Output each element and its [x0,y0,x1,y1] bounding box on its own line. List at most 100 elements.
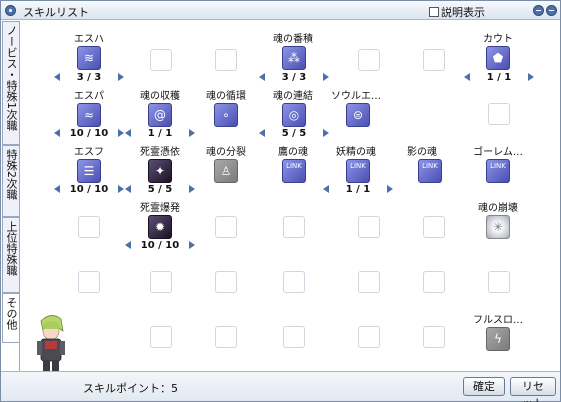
empty-skill-slot [283,216,305,238]
dark-spirit-icon[interactable]: ✦ [148,159,172,183]
tab-special-2nd[interactable]: 特殊2次職 [2,145,19,217]
window-title: スキルリスト [23,6,89,19]
level-up-icon[interactable] [528,73,534,81]
empty-skill-slot [488,271,510,293]
skill-level: 1 / 1 [147,127,173,139]
skill-level: 5 / 5 [281,127,307,139]
level-up-icon[interactable] [189,129,195,137]
skill-name: エスフ [74,147,104,158]
empty-skill-slot [283,326,305,348]
swirl-icon[interactable]: ≋ [77,46,101,70]
empty-skill-slot [358,49,380,71]
window-menu-icon[interactable] [5,5,16,16]
level-down-icon[interactable] [323,185,329,193]
skill-level: 1 / 1 [486,71,512,83]
level-down-icon[interactable] [464,73,470,81]
skill-name: 死霊爆発 [140,203,180,214]
empty-skill-slot [358,216,380,238]
empty-skill-slot [215,271,237,293]
skill-level-control[interactable]: 3 / 3 [259,71,329,83]
lightning-icon[interactable]: ϟ [486,327,510,351]
golem-link-icon[interactable]: LINK [486,159,510,183]
level-up-icon[interactable] [323,73,329,81]
skill-level-control[interactable]: 1 / 1 [125,127,195,139]
skill-name: カウト [483,34,513,45]
skill-level: 3 / 3 [76,71,102,83]
skill-level: 5 / 5 [147,183,173,195]
hawk-link-icon[interactable]: LINK [282,159,306,183]
empty-skill-slot [423,326,445,348]
level-up-icon[interactable] [117,185,124,193]
level-down-icon[interactable] [54,185,60,193]
minimize-icon[interactable] [533,5,544,16]
empty-skill-slot [215,326,237,348]
tab-novice-special-1st[interactable]: ノービス・特殊1次職 [2,21,19,145]
soul-burst-icon[interactable]: ✳ [486,215,510,239]
level-up-icon[interactable] [118,73,124,81]
skill-level-control[interactable]: 5 / 5 [125,183,195,195]
confirm-button[interactable]: 確定 [463,377,505,396]
level-down-icon[interactable] [54,73,60,81]
skill-level-control[interactable]: 1 / 1 [323,183,393,195]
level-up-icon[interactable] [387,185,393,193]
fairy-link-icon[interactable]: LINK [346,159,370,183]
orbit-icon[interactable]: ∘ [214,103,238,127]
skill-name: エスパ [74,91,104,102]
skill-level-control[interactable]: 3 / 3 [54,71,124,83]
level-down-icon[interactable] [125,241,131,249]
skill-level-control[interactable]: 1 / 1 [464,71,534,83]
layers-icon[interactable]: ☰ [77,159,101,183]
disc-icon[interactable]: ⊜ [346,103,370,127]
tab-advanced-special[interactable]: 上位特殊職 [2,217,19,293]
empty-skill-slot [358,326,380,348]
tab-other[interactable]: その他 [2,293,19,343]
shadow-link-icon[interactable]: LINK [418,159,442,183]
empty-skill-slot [215,216,237,238]
level-up-icon[interactable] [189,185,195,193]
skill-level: 10 / 10 [69,183,109,195]
title-bar[interactable]: スキルリスト 説明表示 [1,1,560,20]
level-up-icon[interactable] [188,241,195,249]
spiral-icon[interactable]: @ [148,103,172,127]
tab-label: その他 [5,297,18,330]
skill-level-control[interactable]: 10 / 10 [54,183,124,195]
skill-name: 影の魂 [407,147,437,158]
pentagon-icon[interactable]: ⬟ [486,46,510,70]
level-up-icon[interactable] [117,129,124,137]
empty-skill-slot [78,216,100,238]
empty-skill-slot [358,271,380,293]
close-icon[interactable] [546,5,557,16]
reset-button[interactable]: リセット [510,377,556,402]
level-down-icon[interactable] [54,129,60,137]
level-down-icon[interactable] [259,129,265,137]
skill-level-control[interactable]: 5 / 5 [259,127,329,139]
skill-level: 1 / 1 [345,183,371,195]
skill-name: ゴーレム… [473,147,523,158]
soul-link-icon[interactable]: ◎ [282,103,306,127]
level-up-icon[interactable] [323,129,329,137]
split-soul-icon[interactable]: ♙ [214,159,238,183]
skill-name: ソウルエ… [331,91,381,102]
empty-skill-slot [488,103,510,125]
level-down-icon[interactable] [259,73,265,81]
empty-skill-slot [150,271,172,293]
link-text: LINK [286,162,302,170]
description-checkbox[interactable] [429,7,439,17]
skill-level-control[interactable]: 10 / 10 [54,127,124,139]
description-toggle[interactable]: 説明表示 [429,4,485,20]
empty-skill-slot [78,271,100,293]
link-text: LINK [350,162,366,170]
level-down-icon[interactable] [125,129,131,137]
wave-icon[interactable]: ≈ [77,103,101,127]
skill-level-control[interactable]: 10 / 10 [125,239,195,251]
skill-level: 10 / 10 [140,239,180,251]
skill-name: 魂の崩壊 [478,203,518,214]
empty-skill-slot [283,271,305,293]
level-down-icon[interactable] [125,185,131,193]
necro-burst-icon[interactable]: ✹ [148,215,172,239]
tab-label: ノービス・特殊1次職 [5,25,18,131]
empty-skill-slot [150,326,172,348]
empty-skill-slot [423,216,445,238]
soul-stars-icon[interactable]: ⁂ [282,46,306,70]
link-text: LINK [490,162,506,170]
